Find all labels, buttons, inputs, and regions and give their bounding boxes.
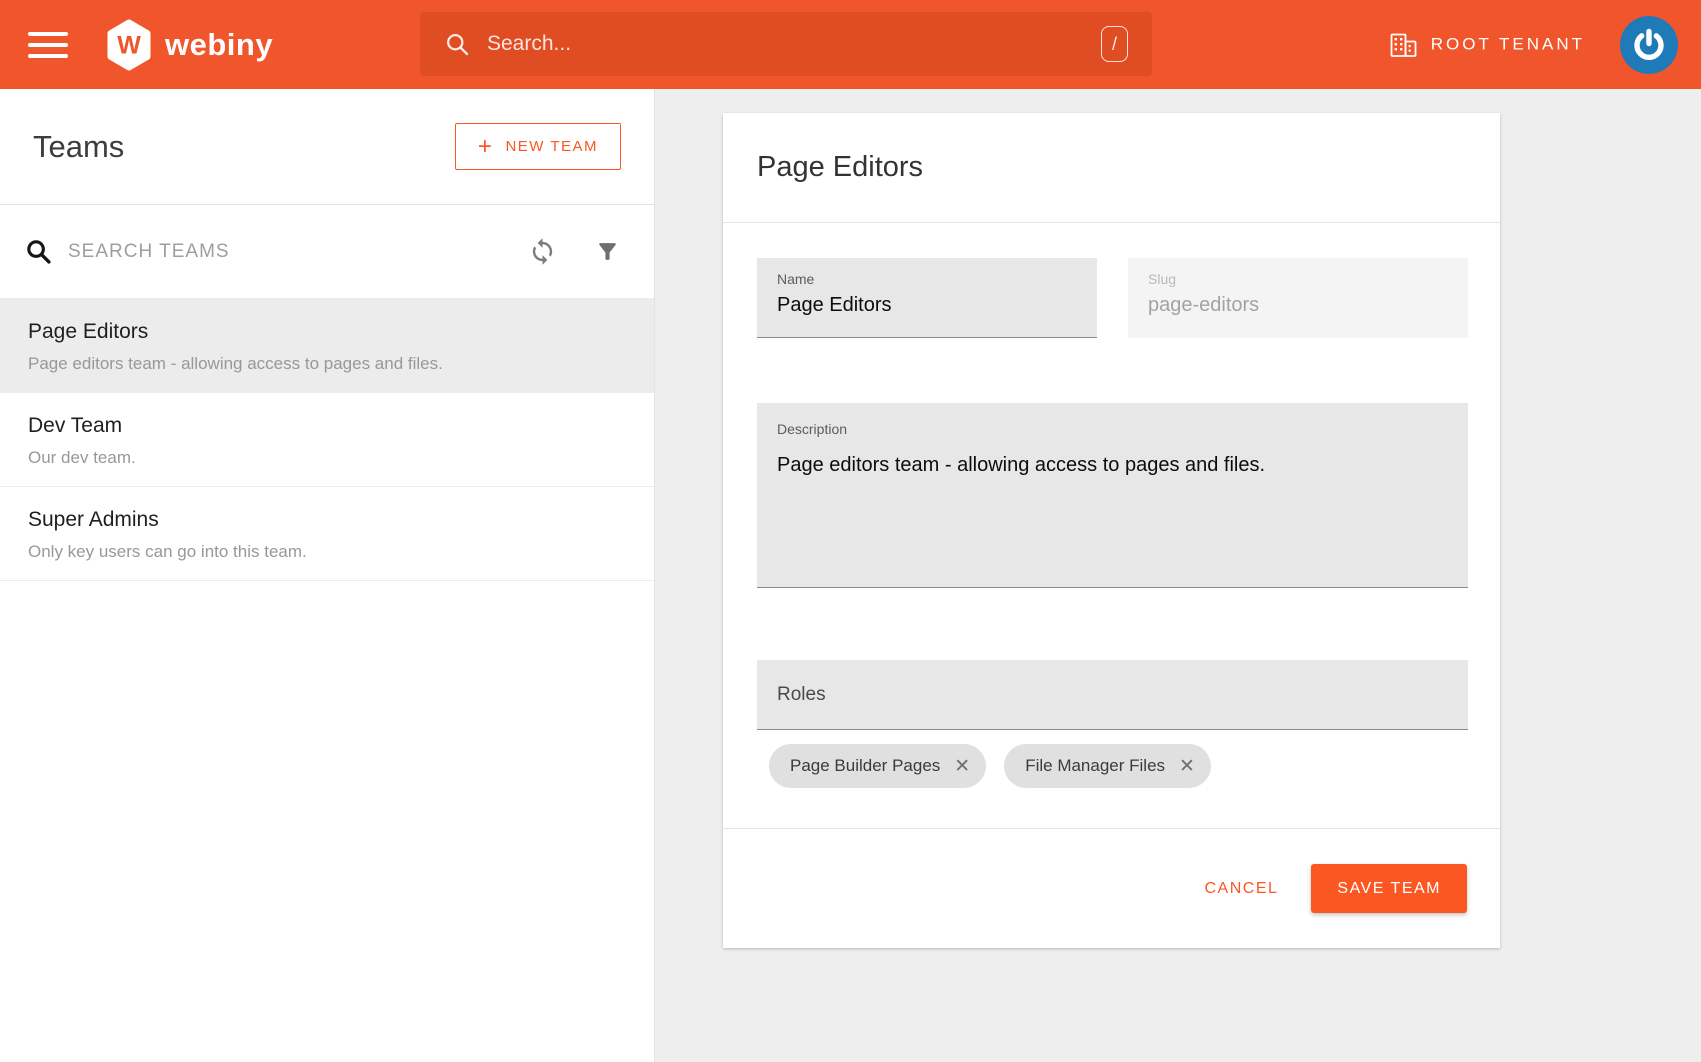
global-search[interactable]: / bbox=[420, 12, 1152, 76]
team-name: Super Admins bbox=[28, 508, 626, 532]
form-actions: CANCEL SAVE TEAM bbox=[723, 828, 1500, 948]
team-name: Page Editors bbox=[28, 320, 626, 344]
new-team-button-label: NEW TEAM bbox=[505, 138, 598, 155]
team-form-card: Page Editors Name Slug Description Page … bbox=[723, 113, 1500, 948]
webiny-logo[interactable]: W webiny bbox=[106, 19, 273, 71]
svg-text:W: W bbox=[117, 31, 141, 59]
search-icon bbox=[24, 237, 53, 266]
team-description: Our dev team. bbox=[28, 448, 626, 468]
chip-label: File Manager Files bbox=[1025, 756, 1165, 776]
webiny-wordmark: webiny bbox=[165, 27, 273, 63]
page-title: Teams bbox=[33, 129, 124, 165]
app-header: W webiny / ROOT TENANT bbox=[0, 0, 1701, 89]
team-name: Dev Team bbox=[28, 414, 626, 438]
roles-label: Roles bbox=[777, 684, 826, 706]
role-chips: Page Builder Pages ✕ File Manager Files … bbox=[757, 744, 1468, 788]
global-search-input[interactable] bbox=[487, 32, 1101, 56]
content-area: Page Editors Name Slug Description Page … bbox=[655, 89, 1701, 1062]
teams-panel-header: Teams + NEW TEAM bbox=[0, 89, 654, 205]
filter-icon bbox=[595, 239, 620, 264]
teams-search-input[interactable] bbox=[68, 241, 528, 263]
hamburger-icon bbox=[28, 32, 68, 36]
user-avatar[interactable] bbox=[1620, 16, 1678, 74]
refresh-icon bbox=[528, 237, 557, 266]
role-chip-file-manager-files[interactable]: File Manager Files ✕ bbox=[1004, 744, 1211, 788]
form-body: Name Slug Description Page editors team … bbox=[723, 223, 1500, 788]
description-field[interactable]: Description Page editors team - allowing… bbox=[757, 403, 1468, 588]
team-description: Only key users can go into this team. bbox=[28, 542, 626, 562]
building-icon bbox=[1390, 32, 1417, 57]
roles-field[interactable]: Roles bbox=[757, 660, 1468, 730]
refresh-button[interactable] bbox=[528, 237, 557, 266]
name-label: Name bbox=[777, 271, 1077, 287]
power-icon bbox=[1631, 27, 1667, 63]
filter-button[interactable] bbox=[595, 239, 620, 264]
webiny-hexagon-icon: W bbox=[106, 19, 152, 71]
tenant-label: ROOT TENANT bbox=[1431, 35, 1585, 55]
name-field[interactable]: Name bbox=[757, 258, 1097, 338]
chip-label: Page Builder Pages bbox=[790, 756, 940, 776]
slug-field: Slug bbox=[1128, 258, 1468, 338]
search-icon bbox=[444, 31, 471, 58]
save-team-button[interactable]: SAVE TEAM bbox=[1311, 864, 1467, 913]
description-label: Description bbox=[777, 421, 1448, 437]
team-list-item-page-editors[interactable]: Page Editors Page editors team - allowin… bbox=[0, 299, 654, 393]
form-header: Page Editors bbox=[723, 113, 1500, 223]
team-description: Page editors team - allowing access to p… bbox=[28, 354, 626, 374]
teams-list-panel: Teams + NEW TEAM bbox=[0, 89, 655, 1062]
remove-chip-icon[interactable]: ✕ bbox=[954, 757, 970, 776]
form-title: Page Editors bbox=[757, 151, 923, 184]
tenant-selector[interactable]: ROOT TENANT bbox=[1390, 32, 1585, 57]
slash-shortcut-badge: / bbox=[1101, 26, 1128, 62]
slug-label: Slug bbox=[1148, 271, 1448, 287]
name-input[interactable] bbox=[777, 294, 1077, 317]
cancel-button[interactable]: CANCEL bbox=[1198, 870, 1284, 908]
hamburger-menu-button[interactable] bbox=[28, 25, 68, 65]
team-list-item-dev-team[interactable]: Dev Team Our dev team. bbox=[0, 393, 654, 487]
team-list: Page Editors Page editors team - allowin… bbox=[0, 299, 654, 581]
remove-chip-icon[interactable]: ✕ bbox=[1179, 757, 1195, 776]
plus-icon: + bbox=[478, 135, 494, 159]
team-list-item-super-admins[interactable]: Super Admins Only key users can go into … bbox=[0, 487, 654, 581]
role-chip-page-builder-pages[interactable]: Page Builder Pages ✕ bbox=[769, 744, 986, 788]
teams-search-bar bbox=[0, 205, 654, 299]
description-input[interactable]: Page editors team - allowing access to p… bbox=[777, 451, 1448, 479]
new-team-button[interactable]: + NEW TEAM bbox=[455, 123, 621, 170]
slug-input bbox=[1148, 294, 1448, 317]
